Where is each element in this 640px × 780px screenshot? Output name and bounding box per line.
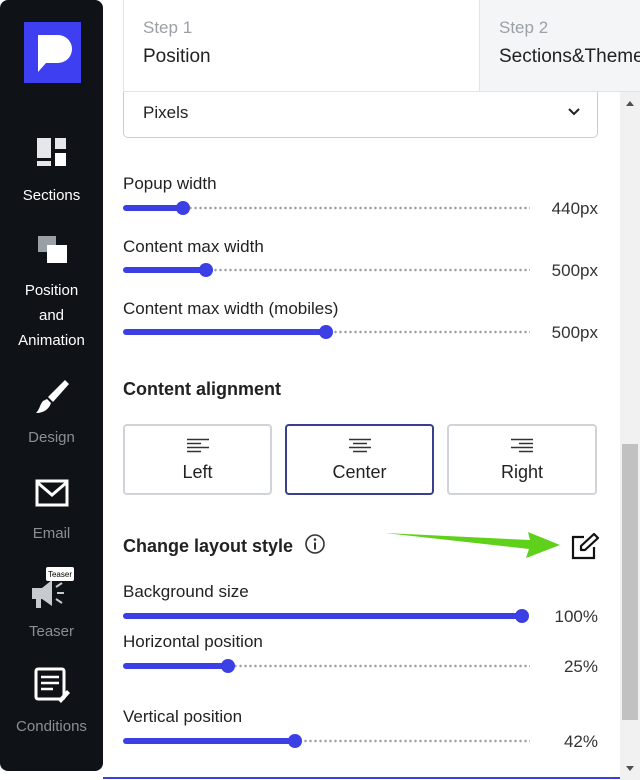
content-max-width-mobiles-value: 500px [551, 323, 598, 342]
align-left-icon [186, 438, 209, 453]
content-max-width-label: Content max width [123, 237, 264, 256]
slider-thumb[interactable] [515, 609, 529, 623]
background-size-slider[interactable] [123, 607, 529, 625]
align-right-label: Right [500, 462, 544, 482]
green-arrow-icon [385, 532, 560, 558]
slider-fill [123, 663, 228, 669]
slider-thumb[interactable] [221, 659, 235, 673]
align-center-icon [348, 438, 371, 453]
slider-fill [123, 329, 327, 335]
app-root: Sections Position and Animation Design E… [0, 0, 640, 780]
horizontal-position-value: 25% [563, 657, 598, 676]
checklist-icon [34, 667, 70, 703]
content-max-width-slider[interactable] [123, 261, 530, 279]
info-icon[interactable] [304, 533, 326, 555]
chevron-down-icon [568, 108, 580, 116]
unit-select-value: Pixels [143, 103, 189, 122]
sidebar-item-email[interactable]: Email [0, 478, 103, 546]
popup-width-value: 440px [551, 199, 598, 218]
sidebar-item-label-line3: Animation [18, 332, 85, 349]
unit-select[interactable]: Pixels [123, 92, 598, 138]
scrollbar[interactable] [620, 92, 640, 780]
sidebar-item-label: Conditions [16, 718, 87, 735]
align-left-button[interactable]: Left [123, 424, 272, 495]
vertical-position-value: 42% [563, 732, 598, 751]
align-left-label: Left [182, 462, 213, 482]
content-max-width-value: 500px [551, 261, 598, 280]
tab-step-1[interactable]: Step 1 Position [123, 0, 480, 92]
horizontal-position-slider[interactable] [123, 657, 530, 675]
teaser-badge: Teaser [47, 570, 71, 579]
background-size-label: Background size [123, 582, 249, 601]
tab-step-2[interactable]: Step 2 Sections&Themes [480, 0, 640, 92]
horizontal-position-label: Horizontal position [123, 632, 263, 651]
sidebar-item-label-line2: and [38, 307, 65, 324]
tab-step-name: Sections&Themes [499, 46, 640, 67]
envelope-icon [35, 479, 68, 507]
sidebar-item-label: Design [28, 429, 75, 446]
align-center-label: Center [332, 462, 387, 482]
content-max-width-mobiles-slider[interactable] [123, 323, 530, 341]
align-right-icon [511, 438, 533, 453]
slider-fill [123, 738, 295, 744]
sidebar-item-teaser[interactable]: Teaser Teaser [0, 566, 103, 644]
scrollbar-thumb[interactable] [622, 444, 638, 720]
sidebar-item-sections[interactable]: Sections [0, 136, 103, 208]
popup-width-label: Popup width [123, 174, 217, 193]
content-max-width-mobiles-label: Content max width (mobiles) [123, 299, 339, 318]
popup-width-slider[interactable] [123, 199, 530, 217]
vertical-position-label: Vertical position [123, 707, 243, 726]
tab-step-number: Step 2 [499, 18, 549, 37]
sidebar-item-label: Teaser [28, 623, 75, 640]
layout-style-heading: Change layout style [123, 536, 294, 556]
sidebar: Sections Position and Animation Design E… [0, 0, 103, 771]
tab-step-name: Position [143, 46, 211, 67]
sidebar-item-position[interactable]: Position and Animation [0, 234, 103, 353]
vertical-position-slider[interactable] [123, 732, 530, 750]
slider-thumb[interactable] [199, 263, 214, 277]
sidebar-item-label: Email [32, 525, 71, 542]
align-center-button[interactable]: Center [285, 424, 434, 495]
sections-icon [36, 138, 66, 166]
slider-fill [123, 613, 522, 619]
align-right-button[interactable]: Right [447, 424, 597, 495]
position-icon [37, 236, 67, 263]
scroll-up-arrow-icon[interactable] [626, 100, 634, 106]
scroll-down-arrow-icon[interactable] [626, 766, 634, 772]
brush-icon [35, 380, 69, 413]
slider-thumb[interactable] [319, 325, 334, 339]
bottom-accent-line [103, 777, 620, 779]
slider-thumb[interactable] [287, 734, 302, 748]
edit-icon[interactable] [570, 533, 600, 561]
sidebar-item-conditions[interactable]: Conditions [0, 666, 103, 739]
background-size-value: 100% [554, 607, 598, 626]
sidebar-item-design[interactable]: Design [0, 378, 103, 450]
sidebar-item-label: Sections [22, 187, 81, 204]
megaphone-icon: Teaser [31, 567, 74, 608]
app-logo [24, 22, 81, 83]
content-alignment-heading: Content alignment [123, 379, 281, 399]
sidebar-item-label-line1: Position [24, 282, 79, 299]
slider-thumb[interactable] [175, 201, 190, 215]
tab-step-number: Step 1 [143, 18, 193, 37]
slider-fill [123, 267, 207, 273]
slider-fill [123, 205, 183, 211]
